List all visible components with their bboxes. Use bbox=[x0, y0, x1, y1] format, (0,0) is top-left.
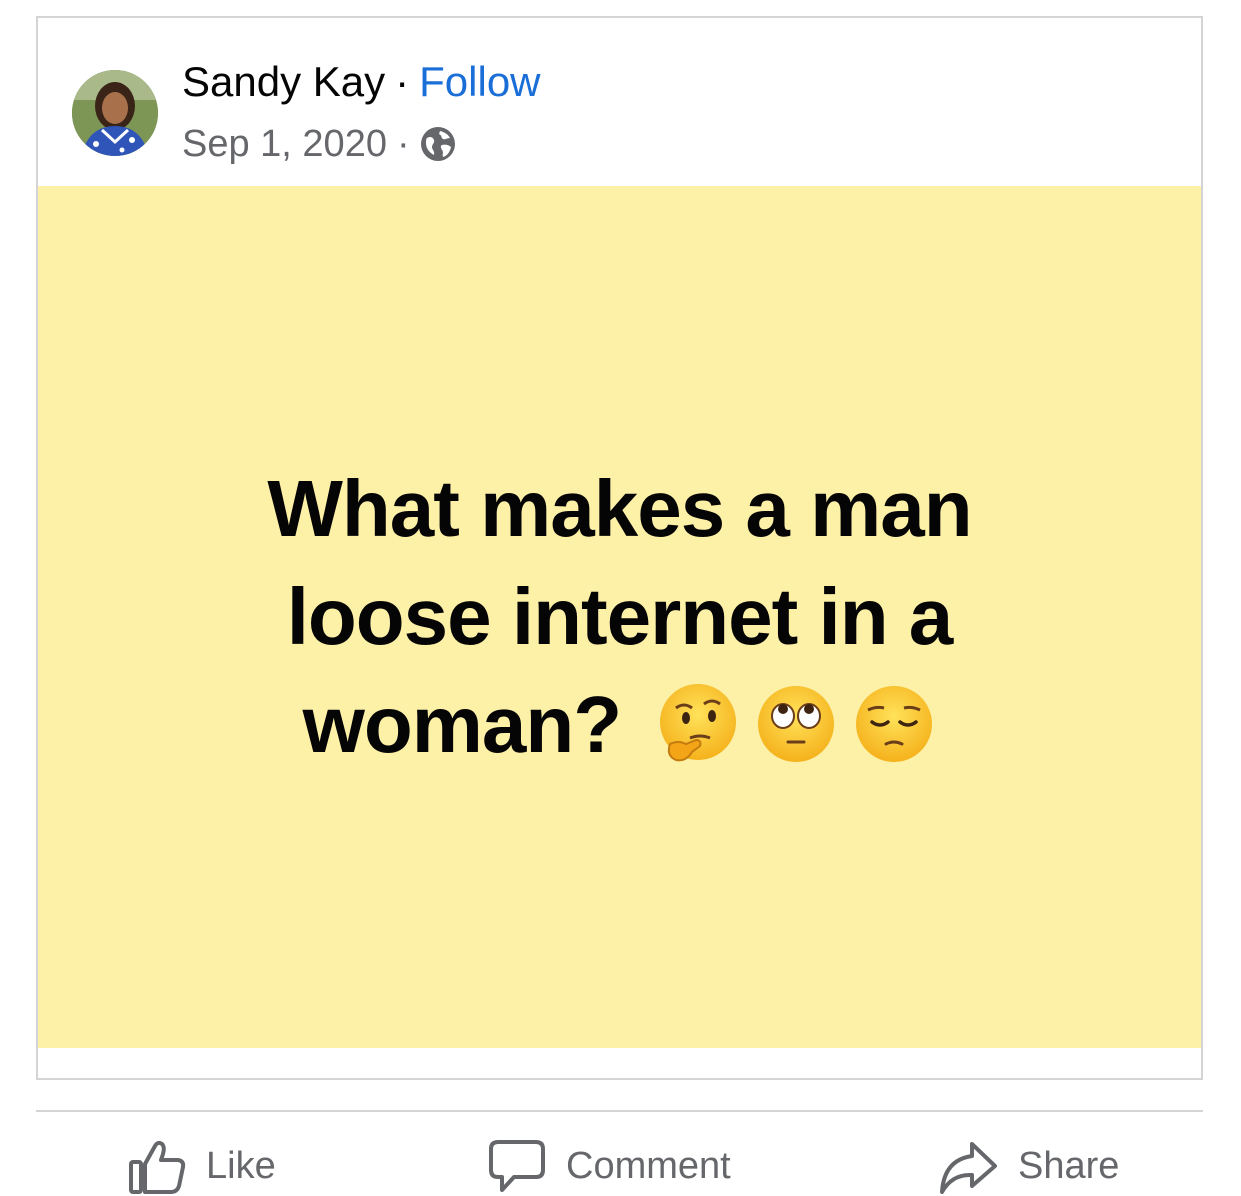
status-background[interactable]: What makes a man loose internet in a wom… bbox=[38, 186, 1201, 1048]
post-meta: Sep 1, 2020 · bbox=[182, 120, 456, 168]
pensive-face-icon bbox=[852, 682, 936, 766]
thumbs-up-icon bbox=[129, 1140, 186, 1194]
face-with-rolling-eyes-icon bbox=[754, 682, 838, 766]
action-divider bbox=[36, 1110, 1203, 1112]
status-message: What makes a man loose internet in a wom… bbox=[180, 455, 1060, 779]
post-header: Sandy Kay · Follow Sep 1, 2020 · bbox=[38, 18, 1201, 186]
comment-icon bbox=[489, 1140, 545, 1192]
avatar[interactable] bbox=[72, 70, 158, 156]
author-name[interactable]: Sandy Kay bbox=[182, 58, 385, 105]
author-row: Sandy Kay · Follow bbox=[182, 56, 541, 108]
like-button[interactable]: Like bbox=[128, 1138, 276, 1194]
like-label: Like bbox=[206, 1144, 276, 1187]
thinking-face-icon bbox=[656, 682, 740, 766]
comment-label: Comment bbox=[566, 1144, 731, 1187]
share-icon bbox=[940, 1142, 997, 1194]
follow-button[interactable]: Follow bbox=[419, 58, 540, 105]
globe-icon[interactable] bbox=[420, 126, 456, 162]
post-card: Sandy Kay · Follow Sep 1, 2020 · What make… bbox=[36, 16, 1203, 1080]
meta-separator: · bbox=[396, 123, 410, 165]
avatar-image bbox=[72, 70, 158, 156]
separator: · bbox=[395, 58, 410, 105]
post-date[interactable]: Sep 1, 2020 bbox=[182, 120, 387, 168]
comment-button[interactable]: Comment bbox=[488, 1138, 731, 1194]
share-label: Share bbox=[1018, 1144, 1120, 1187]
action-bar: Like Comment Share bbox=[36, 1138, 1203, 1196]
share-button[interactable]: Share bbox=[938, 1138, 1119, 1194]
